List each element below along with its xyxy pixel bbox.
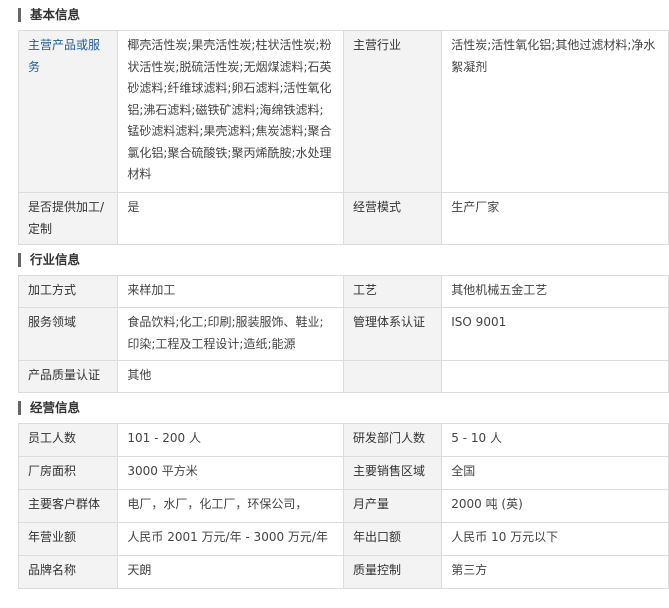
- row-label: 工艺: [342, 275, 443, 308]
- row-value: 5 - 10 人: [441, 423, 669, 457]
- row-label: 产品质量认证: [17, 360, 119, 393]
- row-value: 其他机械五金工艺: [441, 275, 669, 308]
- row-value: 是: [117, 192, 344, 245]
- section-title-business: 经营信息: [18, 393, 669, 423]
- row-label: 质量控制: [342, 555, 443, 589]
- table-row: 厂房面积 3000 平方米 主要销售区域 全国: [17, 456, 669, 490]
- row-label: 主营行业: [342, 30, 443, 193]
- table-row: 是否提供加工/定制 是 经营模式 生产厂家: [17, 192, 669, 245]
- row-value: 电厂，水厂，化工厂，环保公司，: [117, 489, 344, 523]
- row-label: 员工人数: [17, 423, 119, 457]
- industry-info-table: 加工方式 来样加工 工艺 其他机械五金工艺 服务领域 食品饮料;化工;印刷;服装…: [17, 275, 669, 393]
- row-value: 天朗: [117, 555, 344, 589]
- row-label[interactable]: 主营产品或服务: [17, 30, 119, 193]
- row-value: 活性炭;活性氧化铝;其他过滤材料;净水絮凝剂: [441, 30, 669, 193]
- row-label: 年营业额: [17, 522, 119, 556]
- row-value: 3000 平方米: [117, 456, 344, 490]
- row-label: 服务领域: [17, 307, 119, 361]
- table-row: 年营业额 人民币 2001 万元/年 - 3000 万元/年 年出口额 人民币 …: [17, 522, 669, 556]
- row-value: 第三方: [441, 555, 669, 589]
- row-label: 经营模式: [342, 192, 443, 245]
- table-row: 加工方式 来样加工 工艺 其他机械五金工艺: [17, 275, 669, 308]
- row-value: 来样加工: [117, 275, 344, 308]
- row-label: 月产量: [342, 489, 443, 523]
- row-value: 椰壳活性炭;果壳活性炭;柱状活性炭;粉状活性炭;脱硫活性炭;无烟煤滤料;石英砂滤…: [117, 30, 344, 193]
- row-value: 食品饮料;化工;印刷;服装服饰、鞋业;印染;工程及工程设计;造纸;能源: [117, 307, 344, 361]
- table-row: 服务领域 食品饮料;化工;印刷;服装服饰、鞋业;印染;工程及工程设计;造纸;能源…: [17, 307, 669, 361]
- row-value: 101 - 200 人: [117, 423, 344, 457]
- table-row: 员工人数 101 - 200 人 研发部门人数 5 - 10 人: [17, 423, 669, 457]
- row-value: 2000 吨 (英): [441, 489, 669, 523]
- row-label: 是否提供加工/定制: [17, 192, 119, 245]
- row-label: 加工方式: [17, 275, 119, 308]
- business-info-table: 员工人数 101 - 200 人 研发部门人数 5 - 10 人 厂房面积 30…: [17, 423, 669, 589]
- section-title-industry: 行业信息: [18, 245, 669, 275]
- row-value: 全国: [441, 456, 669, 490]
- table-row: 主营产品或服务 椰壳活性炭;果壳活性炭;柱状活性炭;粉状活性炭;脱硫活性炭;无烟…: [17, 30, 669, 193]
- row-label: [342, 360, 443, 393]
- row-label: 主要销售区域: [342, 456, 443, 490]
- row-value: ISO 9001: [441, 307, 669, 361]
- section-title-basic: 基本信息: [18, 0, 669, 30]
- row-value: 生产厂家: [441, 192, 669, 245]
- row-value: 其他: [117, 360, 344, 393]
- table-row: 品牌名称 天朗 质量控制 第三方: [17, 555, 669, 589]
- row-label: 品牌名称: [17, 555, 119, 589]
- row-value: 人民币 10 万元以下: [441, 522, 669, 556]
- row-label: 管理体系认证: [342, 307, 443, 361]
- row-value: 人民币 2001 万元/年 - 3000 万元/年: [117, 522, 344, 556]
- row-label: 厂房面积: [17, 456, 119, 490]
- basic-info-table: 主营产品或服务 椰壳活性炭;果壳活性炭;柱状活性炭;粉状活性炭;脱硫活性炭;无烟…: [17, 30, 669, 245]
- table-row: 主要客户群体 电厂，水厂，化工厂，环保公司， 月产量 2000 吨 (英): [17, 489, 669, 523]
- table-row: 产品质量认证 其他: [17, 360, 669, 393]
- row-value: [441, 360, 669, 393]
- row-label: 研发部门人数: [342, 423, 443, 457]
- row-label: 年出口额: [342, 522, 443, 556]
- row-label: 主要客户群体: [17, 489, 119, 523]
